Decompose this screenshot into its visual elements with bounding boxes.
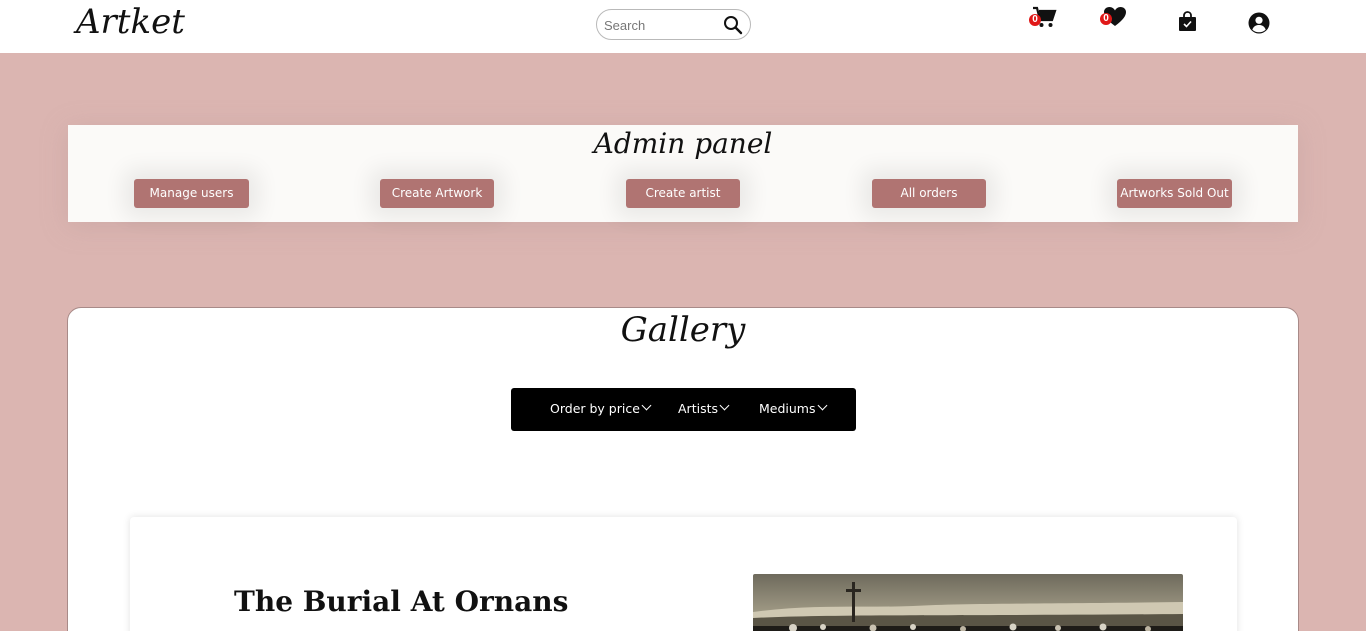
search-icon[interactable] (723, 15, 743, 35)
artists-dropdown[interactable]: Artists (678, 400, 730, 416)
mediums-label: Mediums (759, 401, 816, 416)
gallery-title: Gallery (620, 310, 746, 350)
shopping-bag-icon[interactable] (1178, 11, 1197, 32)
order-by-price-dropdown[interactable]: Order by price (550, 400, 652, 416)
order-by-price-label: Order by price (550, 401, 640, 416)
chevron-down-icon (719, 400, 730, 411)
search-input[interactable] (604, 16, 714, 34)
cart-button[interactable]: 0 (1029, 0, 1059, 30)
mediums-dropdown[interactable]: Mediums (759, 400, 827, 416)
wishlist-button[interactable]: 0 (1100, 0, 1130, 30)
artists-label: Artists (678, 401, 718, 416)
admin-panel-title: Admin panel (593, 127, 773, 160)
artwork-image[interactable] (753, 574, 1183, 631)
search-box (596, 9, 751, 40)
manage-users-button[interactable]: Manage users (134, 179, 249, 208)
create-artwork-button[interactable]: Create Artwork (380, 179, 494, 208)
top-navbar: Artket 0 0 (0, 0, 1366, 53)
chevron-down-icon (817, 400, 827, 411)
gallery-section: Gallery Order by price Artists Mediums T… (67, 307, 1299, 631)
create-artist-button[interactable]: Create artist (626, 179, 740, 208)
cart-count-badge: 0 (1029, 14, 1041, 26)
admin-panel: Admin panel Manage users Create Artwork … (68, 125, 1298, 222)
chevron-down-icon (641, 400, 652, 411)
artworks-sold-out-button[interactable]: Artworks Sold Out (1117, 179, 1232, 208)
artwork-title[interactable]: The Burial At Ornans (234, 585, 568, 618)
wishlist-count-badge: 0 (1100, 13, 1112, 25)
user-account-icon[interactable] (1248, 12, 1270, 34)
artwork-card[interactable]: The Burial At Ornans (130, 517, 1237, 631)
all-orders-button[interactable]: All orders (872, 179, 986, 208)
filter-bar: Order by price Artists Mediums (511, 388, 856, 431)
site-logo[interactable]: Artket (76, 2, 185, 42)
